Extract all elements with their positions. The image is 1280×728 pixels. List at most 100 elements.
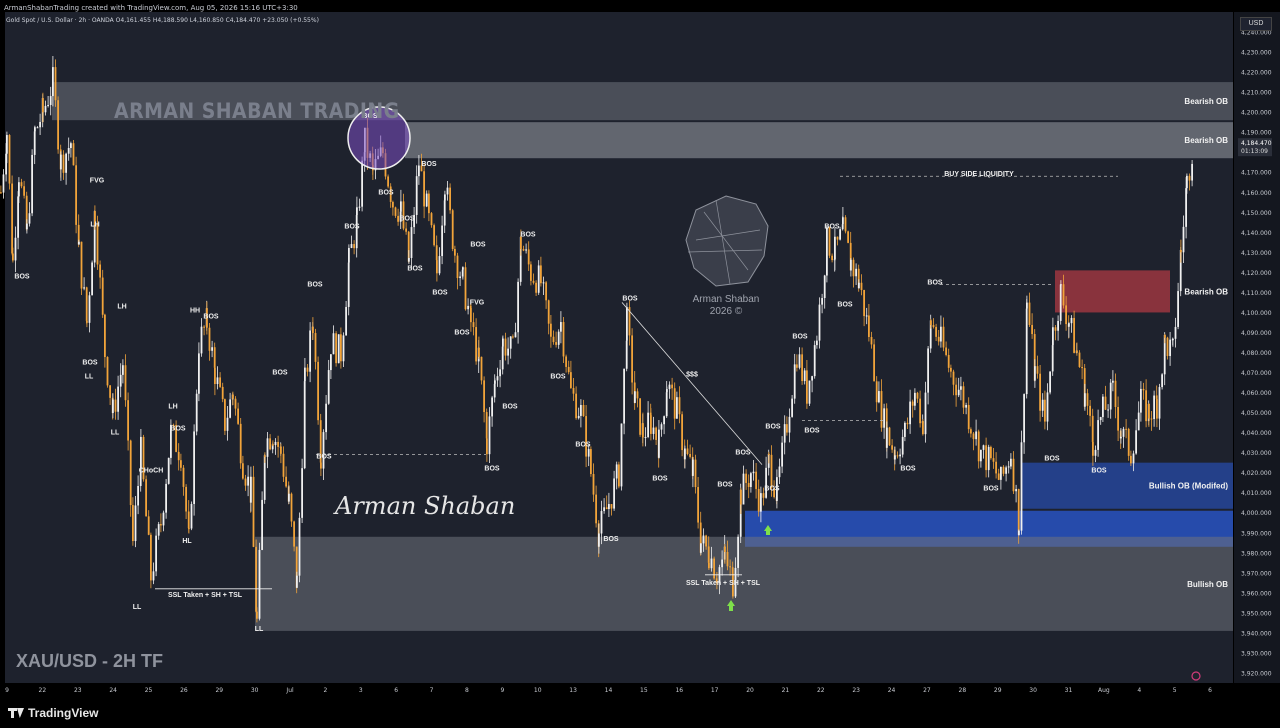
- annotation-label-2: LH: [90, 221, 99, 228]
- candle-body: [808, 380, 811, 404]
- x-tick-label: 23: [74, 687, 82, 694]
- watermark-year: 2026 ©: [710, 306, 743, 317]
- candle-body: [486, 438, 488, 455]
- candle-body: [129, 440, 132, 506]
- candle-body: [1081, 366, 1083, 369]
- zone-label-5: Bullish OB: [1187, 580, 1228, 589]
- candle-body: [423, 171, 425, 207]
- annotation-label-8: HH: [190, 307, 200, 314]
- candle-body: [644, 437, 647, 439]
- candle-body: [888, 427, 891, 446]
- candle-body: [663, 416, 665, 425]
- currency-badge[interactable]: USD: [1240, 17, 1272, 31]
- candle-body: [78, 241, 80, 245]
- annotation-label-1: FVG: [90, 177, 105, 184]
- candle-body: [997, 473, 1000, 480]
- candle-body: [880, 391, 883, 428]
- candle-body: [80, 241, 83, 289]
- candle-body: [1135, 430, 1137, 454]
- candle-body: [114, 399, 117, 412]
- y-tick-label: 3,990.000: [1241, 530, 1272, 537]
- candle-body: [226, 417, 229, 431]
- candle-body: [137, 485, 139, 506]
- candle-body: [96, 224, 99, 265]
- candle-body: [514, 332, 517, 338]
- annotation-label-40: BOS: [765, 424, 781, 431]
- candle-body: [483, 380, 485, 413]
- candle-body: [697, 487, 699, 523]
- y-tick-label: 3,970.000: [1241, 570, 1272, 577]
- candle-body: [358, 206, 361, 208]
- candle-body: [668, 384, 671, 390]
- candle-body: [277, 441, 279, 447]
- candle-body: [203, 326, 205, 328]
- candle-body: [796, 364, 798, 368]
- candle-body: [85, 287, 88, 321]
- candle-body: [157, 524, 160, 536]
- candle-body: [504, 338, 507, 356]
- y-tick-label: 4,040.000: [1241, 430, 1272, 437]
- candle-body: [537, 265, 540, 293]
- candle-body: [694, 459, 697, 488]
- x-tick-label: 4: [1137, 687, 1141, 694]
- candle-body: [818, 304, 821, 341]
- candle-body: [975, 431, 977, 440]
- y-tick-label: 3,950.000: [1241, 610, 1272, 617]
- candle-body: [224, 399, 226, 431]
- y-tick-label: 4,010.000: [1241, 490, 1272, 497]
- candle-body: [987, 446, 990, 471]
- y-tick-label: 4,130.000: [1241, 250, 1272, 257]
- candle-body: [470, 307, 472, 323]
- candle-body: [863, 290, 865, 317]
- candle-body: [765, 467, 767, 498]
- candle-body: [692, 459, 694, 476]
- x-tick-label: 29: [215, 687, 223, 694]
- candle-body: [62, 154, 65, 173]
- candle-body: [1005, 467, 1007, 474]
- candle-body: [112, 399, 114, 414]
- candle-body: [577, 415, 580, 419]
- candle-body: [914, 392, 916, 406]
- annotation-label-5: LH: [117, 303, 126, 310]
- candle-body: [67, 148, 70, 154]
- candle-body: [162, 512, 165, 526]
- annotation-label-4: LL: [85, 374, 94, 381]
- annotation-label-10: BOS: [170, 426, 186, 433]
- candle-body: [842, 217, 844, 225]
- annotation-label-30: BOS: [484, 466, 500, 473]
- candle-body: [1025, 308, 1028, 395]
- candle-body: [613, 478, 615, 509]
- candle-body: [438, 256, 441, 274]
- y-tick-label: 4,190.000: [1241, 130, 1272, 137]
- candle-body: [1000, 466, 1002, 480]
- candle-body: [266, 438, 269, 457]
- candle-body: [783, 424, 786, 443]
- x-tick-label: 16: [675, 687, 683, 694]
- chart-credit: ArmanShabanTrading created with TradingV…: [4, 4, 298, 12]
- candle-body: [499, 369, 501, 377]
- candle-body: [823, 275, 826, 299]
- candle-body: [666, 389, 668, 393]
- candle-body: [530, 264, 532, 281]
- y-tick-label: 4,060.000: [1241, 390, 1272, 397]
- candle-body: [1125, 428, 1127, 430]
- last-price-value: 4,184.470: [1241, 140, 1272, 147]
- y-tick-label: 4,120.000: [1241, 270, 1272, 277]
- candle-body: [454, 248, 456, 256]
- zone-label-1: Bearish OB: [1184, 136, 1228, 145]
- candle-body: [676, 397, 678, 419]
- candle-body: [1041, 399, 1044, 411]
- candle-body: [1122, 428, 1125, 437]
- candle-body: [1018, 530, 1020, 536]
- candle-body: [575, 393, 577, 419]
- candle-body: [65, 153, 67, 173]
- candle-body: [603, 507, 605, 512]
- candle-body: [652, 427, 655, 434]
- candle-body: [36, 127, 39, 129]
- candle-body: [977, 431, 980, 462]
- candle-body: [587, 449, 590, 457]
- candle-body: [1158, 387, 1161, 419]
- candle-body: [778, 466, 781, 478]
- tradingview-logo[interactable]: TradingView: [8, 706, 98, 720]
- candle-body: [525, 249, 527, 251]
